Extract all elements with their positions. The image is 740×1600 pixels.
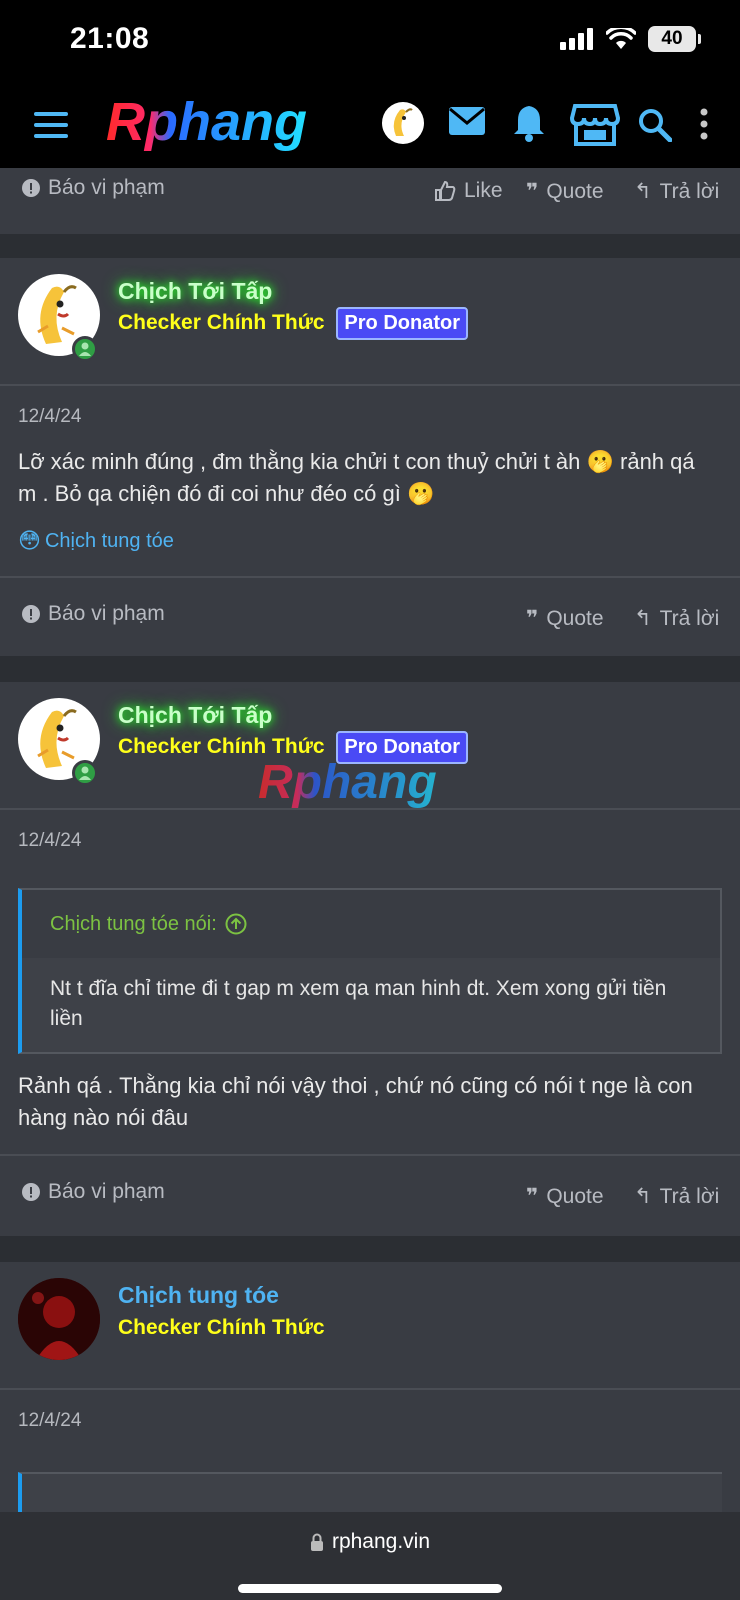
reaction-user: Chịch tung tóe bbox=[44, 529, 174, 552]
reply-button[interactable]: ↰ Trả lời bbox=[634, 179, 719, 204]
user-title-text: Checker Chính Thức bbox=[118, 311, 325, 335]
reply-icon: ↰ bbox=[634, 180, 652, 203]
dark-red-avatar-icon bbox=[18, 1278, 100, 1360]
user-avatar-button[interactable] bbox=[382, 102, 424, 144]
reply-label: Trả lời bbox=[659, 179, 720, 203]
browser-url-bar[interactable]: rphang.vin bbox=[0, 1512, 740, 1600]
quote-author: Chịch tung tóe nói: bbox=[50, 912, 217, 935]
quote-icon: ❞ bbox=[526, 180, 539, 203]
logo-text: Rphang bbox=[106, 92, 307, 152]
status-icons: 40 bbox=[560, 26, 701, 52]
quote-icon: ❞ bbox=[526, 1185, 539, 1208]
quote-label: Quote bbox=[546, 179, 604, 203]
reply-label: Trả lời bbox=[659, 606, 720, 630]
online-status-icon bbox=[72, 760, 98, 786]
quote-header[interactable]: Chịch tung tóe nói: bbox=[22, 890, 720, 958]
post-3: Chịch tung tóe Checker Chính Thức 12/4/2… bbox=[0, 1262, 740, 1522]
wifi-icon bbox=[606, 28, 636, 49]
post-3-header: Chịch tung tóe Checker Chính Thức bbox=[0, 1262, 740, 1390]
reply-button[interactable]: ↰ Trả lời bbox=[634, 1184, 719, 1209]
quote-icon: ❞ bbox=[526, 607, 539, 630]
reply-button[interactable]: ↰ Trả lời bbox=[634, 606, 719, 631]
thumbs-up-icon bbox=[435, 180, 456, 201]
alert-icon bbox=[22, 605, 40, 623]
battery-indicator: 40 bbox=[648, 26, 701, 52]
store-icon[interactable] bbox=[570, 102, 620, 146]
post-1-date[interactable]: 12/4/24 bbox=[18, 406, 81, 428]
post-2-footer: Báo vi phạm ❞ Quote ↰ Trả lời bbox=[0, 1154, 740, 1236]
report-button[interactable]: Báo vi phạm bbox=[22, 602, 165, 626]
quote-label: Quote bbox=[546, 1184, 604, 1208]
flushed-emoji-icon: 😳 bbox=[18, 528, 41, 553]
post-2-quote: Chịch tung tóe nói: Nt t đĩa chỉ time đi… bbox=[18, 888, 722, 1054]
online-status-icon bbox=[72, 336, 98, 362]
previous-post-footer: Báo vi phạm Like ❞ Quote ↰ Trả lời bbox=[0, 168, 740, 234]
menu-icon[interactable] bbox=[34, 110, 68, 140]
report-label: Báo vi phạm bbox=[48, 176, 165, 199]
search-icon[interactable] bbox=[638, 108, 672, 142]
mail-icon[interactable] bbox=[448, 106, 486, 138]
arrow-up-circle-icon[interactable] bbox=[225, 913, 247, 935]
post-3-user-title: Checker Chính Thức bbox=[118, 1316, 325, 1339]
post-2-username[interactable]: Chịch Tới Tấp bbox=[118, 702, 272, 729]
alert-icon bbox=[22, 1183, 40, 1201]
post-1-header: Chịch Tới Tấp Checker Chính Thức Pro Don… bbox=[0, 258, 740, 386]
url-display[interactable]: rphang.vin bbox=[0, 1530, 740, 1554]
post-3-avatar[interactable] bbox=[18, 1278, 100, 1360]
report-label: Báo vi phạm bbox=[48, 1180, 165, 1203]
post-3-date[interactable]: 12/4/24 bbox=[18, 1410, 81, 1432]
more-options-icon[interactable] bbox=[699, 108, 709, 140]
site-logo[interactable]: Rphang bbox=[104, 88, 332, 158]
status-bar: 21:08 40 bbox=[0, 0, 740, 84]
quote-button[interactable]: ❞ Quote bbox=[526, 606, 604, 631]
post-3-username[interactable]: Chịch tung tóe bbox=[118, 1282, 279, 1309]
watermark-text: Rphang bbox=[258, 756, 437, 809]
post-2: Chịch Tới Tấp Checker Chính Thức Pro Don… bbox=[0, 682, 740, 1236]
url-text: rphang.vin bbox=[331, 1530, 431, 1553]
like-button[interactable]: Like bbox=[434, 179, 503, 203]
bell-icon[interactable] bbox=[512, 104, 546, 142]
watermark-logo: Rphang bbox=[258, 756, 437, 809]
lock-icon bbox=[310, 1533, 323, 1551]
signal-icon bbox=[560, 28, 593, 50]
post-1-username[interactable]: Chịch Tới Tấp bbox=[118, 278, 272, 305]
quote-label: Quote bbox=[546, 606, 604, 630]
post-1-user-title: Checker Chính Thức Pro Donator bbox=[118, 307, 468, 340]
pro-donator-badge: Pro Donator bbox=[336, 307, 468, 340]
quote-button[interactable]: ❞ Quote bbox=[526, 179, 604, 204]
report-button[interactable]: Báo vi phạm bbox=[22, 176, 165, 200]
banana-avatar-icon bbox=[393, 108, 413, 136]
like-label: Like bbox=[464, 179, 503, 202]
reply-label: Trả lời bbox=[659, 1184, 720, 1208]
status-time: 21:08 bbox=[70, 22, 150, 55]
reply-icon: ↰ bbox=[634, 607, 652, 630]
alert-icon bbox=[22, 179, 40, 197]
post-2-date[interactable]: 12/4/24 bbox=[18, 830, 81, 852]
reply-icon: ↰ bbox=[634, 1185, 652, 1208]
home-indicator[interactable] bbox=[238, 1584, 502, 1593]
post-1-footer: Báo vi phạm ❞ Quote ↰ Trả lời bbox=[0, 576, 740, 656]
quote-text: Nt t đĩa chỉ time đi t gap m xem qa man … bbox=[50, 977, 667, 1030]
post-1-text: Lỡ xác minh đúng , đm thằng kia chửi t c… bbox=[18, 449, 695, 506]
quote-button[interactable]: ❞ Quote bbox=[526, 1184, 604, 1209]
post-2-text: Rảnh qá . Thằng kia chỉ nói vậy thoi , c… bbox=[18, 1073, 693, 1130]
post-1-reaction[interactable]: 😳 Chịch tung tóe bbox=[18, 528, 174, 554]
report-label: Báo vi phạm bbox=[48, 602, 165, 625]
report-button[interactable]: Báo vi phạm bbox=[22, 1180, 165, 1204]
post-1: Chịch Tới Tấp Checker Chính Thức Pro Don… bbox=[0, 258, 740, 656]
